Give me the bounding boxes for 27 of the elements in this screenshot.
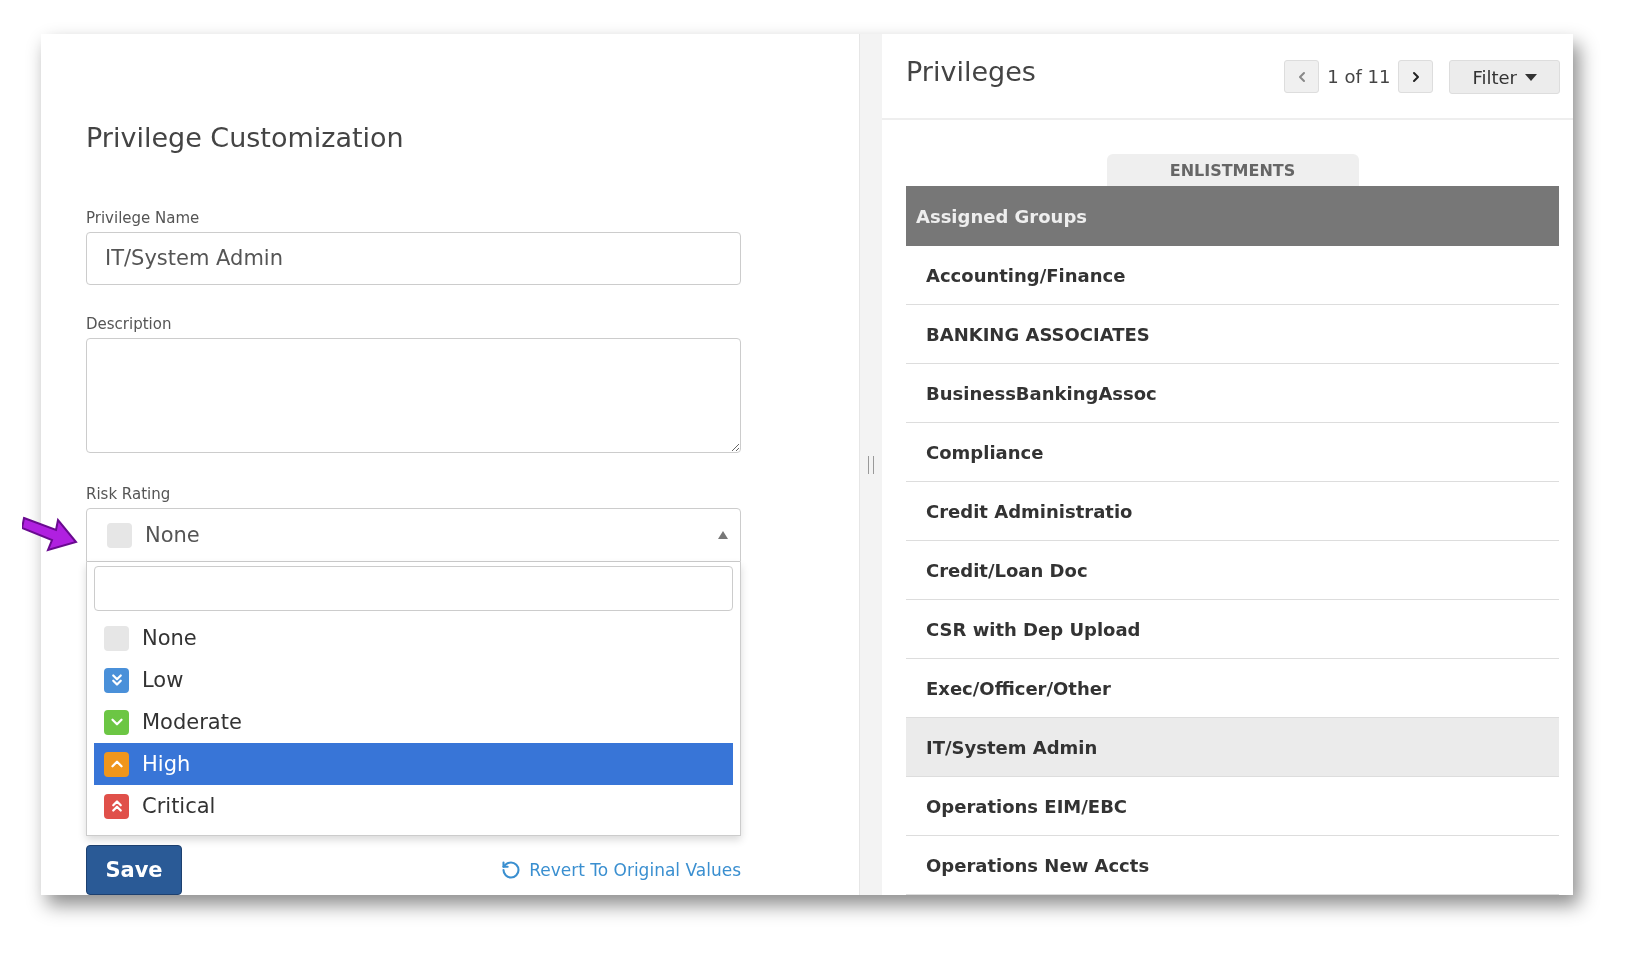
page-counter: 1 of 11: [1327, 66, 1391, 87]
risk-swatch-icon: [107, 522, 132, 548]
field-label: Privilege Name: [86, 209, 201, 227]
panel-title: Privileges: [906, 56, 1037, 87]
dropdown-option[interactable]: Moderate: [94, 701, 733, 743]
enlistments-tab[interactable]: ENLISTMENTS: [1106, 154, 1359, 186]
field-label: Description: [86, 314, 173, 333]
list-header: Assigned Groups: [906, 186, 1559, 246]
dropdown-option[interactable]: None: [94, 617, 733, 659]
risk-rating-select[interactable]: None: [86, 508, 741, 562]
caret-up-icon: [718, 531, 728, 540]
group-row[interactable]: IT/System Admin: [906, 718, 1559, 777]
undo-icon: [501, 860, 522, 880]
next-button[interactable]: [1398, 60, 1434, 93]
description-field[interactable]: [86, 337, 741, 454]
field-label: Risk Rating: [86, 485, 172, 504]
filter-button[interactable]: Filter: [1449, 60, 1560, 94]
dropdown-option[interactable]: Critical: [94, 785, 733, 827]
caret-down-icon: [1525, 73, 1537, 81]
previous-button[interactable]: [1284, 60, 1320, 93]
privilege-name-field[interactable]: IT/System Admin: [86, 232, 741, 285]
dropdown-option[interactable]: High: [94, 743, 733, 785]
splitter-bar[interactable]: [859, 34, 882, 895]
form-title: Privilege Customization: [86, 122, 405, 153]
save-button[interactable]: Save: [86, 845, 182, 895]
dropdown-option[interactable]: Low: [94, 659, 733, 701]
search-field[interactable]: [94, 566, 733, 611]
